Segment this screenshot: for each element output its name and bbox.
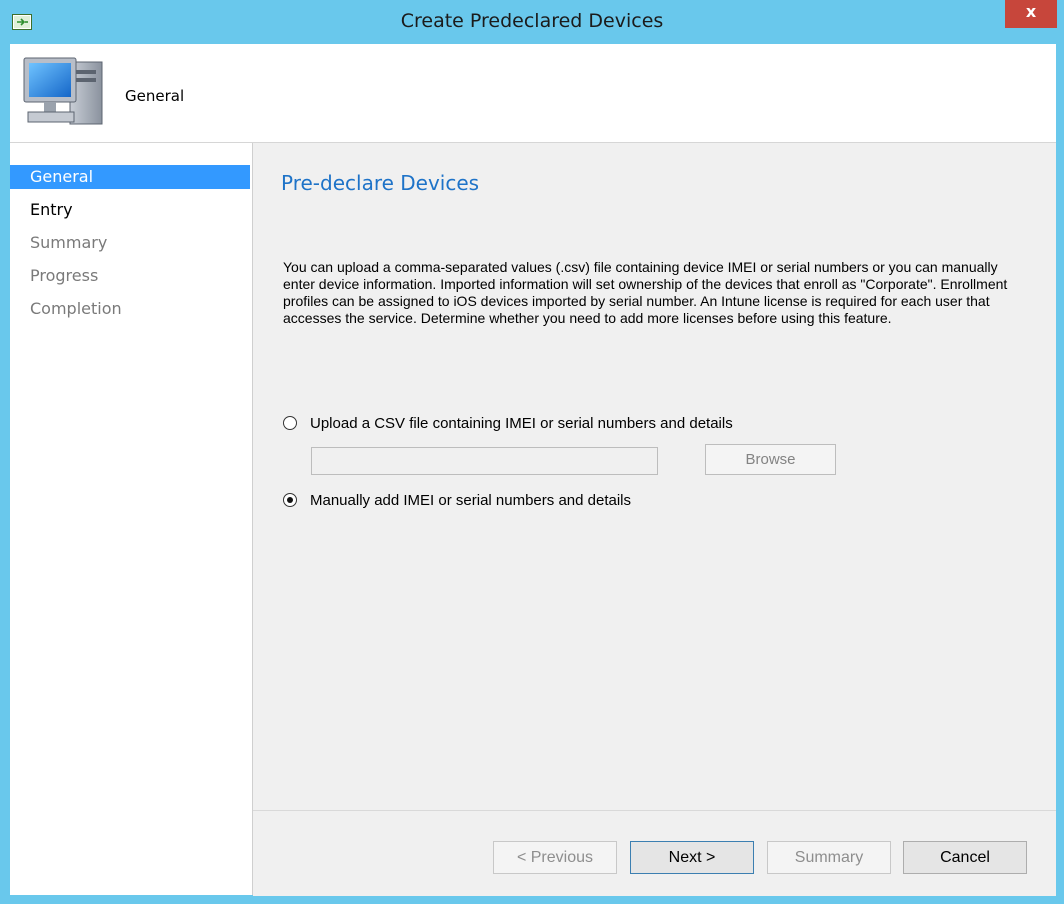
- wizard-steps-nav: General Entry Summary Progress Completio…: [10, 143, 253, 895]
- close-button[interactable]: x: [1005, 0, 1057, 28]
- nav-item-general[interactable]: General: [10, 165, 250, 189]
- cancel-button[interactable]: Cancel: [903, 841, 1027, 874]
- wizard-header: General: [10, 44, 1056, 143]
- computer-icon: [23, 57, 103, 125]
- manual-entry-radio[interactable]: [283, 493, 297, 507]
- summary-button: Summary: [767, 841, 891, 874]
- next-button[interactable]: Next >: [630, 841, 754, 874]
- manual-entry-label: Manually add IMEI or serial numbers and …: [310, 491, 631, 509]
- nav-item-entry[interactable]: Entry: [10, 198, 250, 222]
- nav-item-summary: Summary: [30, 233, 108, 252]
- title-bar: Create Predeclared Devices x: [0, 0, 1064, 44]
- manual-entry-option[interactable]: Manually add IMEI or serial numbers and …: [283, 490, 631, 510]
- upload-csv-option[interactable]: Upload a CSV file containing IMEI or ser…: [283, 413, 733, 433]
- upload-csv-label: Upload a CSV file containing IMEI or ser…: [310, 414, 733, 432]
- header-title: General: [125, 87, 185, 105]
- wizard-footer: < Previous Next > Summary Cancel: [253, 810, 1056, 896]
- wizard-body: General General Entry Summary Progress C…: [10, 44, 1056, 896]
- previous-button: < Previous: [493, 841, 617, 874]
- browse-button: Browse: [705, 444, 836, 475]
- csv-file-path-input: [311, 447, 658, 475]
- nav-item-progress: Progress: [30, 266, 99, 285]
- upload-csv-radio[interactable]: [283, 416, 297, 430]
- description-text: You can upload a comma-separated values …: [283, 259, 1008, 326]
- nav-item-completion: Completion: [30, 299, 122, 318]
- wizard-window: Create Predeclared Devices x General Gen…: [0, 0, 1064, 904]
- content-panel: Pre-declare Devices You can upload a com…: [253, 143, 1056, 810]
- window-title: Create Predeclared Devices: [400, 10, 664, 32]
- page-title: Pre-declare Devices: [281, 171, 480, 195]
